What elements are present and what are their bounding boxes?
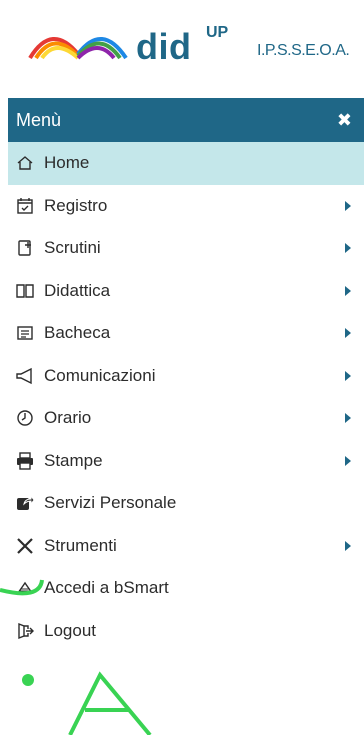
menu-item-registro[interactable]: Registro [8,185,364,228]
watermark-graphic [0,579,152,735]
menu-item-label: Comunicazioni [44,365,156,385]
menu-item-label: Servizi Personale [44,493,177,513]
chevron-right-icon [345,328,351,339]
menu-item-label: Stampe [44,450,103,470]
menu-item-servizi-personale[interactable]: Servizi Personale [8,482,364,525]
menu-item-orario[interactable]: Orario [8,397,364,440]
brand-name: did [136,26,192,67]
menu-item-home[interactable]: Home [8,142,364,185]
book-open-icon [14,280,36,302]
menu-item-label: Bacheca [44,323,111,343]
chevron-right-icon [345,540,351,551]
menu-header: Menù ✖ [8,98,364,142]
calendar-check-icon [14,195,36,217]
school-name: I.P.S.S.E.O.A. [257,42,350,59]
share-icon [14,492,36,514]
chevron-right-icon [345,370,351,381]
menu-item-label: Strumenti [44,535,117,555]
chevron-right-icon [345,413,351,424]
menu-item-comunicazioni[interactable]: Comunicazioni [8,355,364,398]
menu-item-label: Scrutini [44,238,101,258]
menu-title: Menù [16,109,62,130]
scrutini-icon [14,237,36,259]
home-icon [14,152,36,174]
tools-icon [14,535,36,557]
menu-item-label: Orario [44,408,92,428]
didup-logo-icon [28,36,128,60]
menu-item-didattica[interactable]: Didattica [8,270,364,313]
menu-item-scrutini[interactable]: Scrutini [8,227,364,270]
brand-superscript: UP [206,24,229,41]
close-icon[interactable]: ✖ [337,110,352,131]
chevron-right-icon [345,285,351,296]
megaphone-icon [14,365,36,387]
chevron-right-icon [345,200,351,211]
app-header: did UP I.P.S.S.E.O.A. [0,0,364,86]
bulletin-board-icon [14,322,36,344]
menu-item-label: Registro [44,195,108,215]
printer-icon [14,450,36,472]
menu-item-label: Home [44,153,90,173]
menu-item-stampe[interactable]: Stampe [8,440,364,483]
menu-item-label: Didattica [44,280,111,300]
menu-item-bacheca[interactable]: Bacheca [8,312,364,355]
chevron-right-icon [345,243,351,254]
clock-icon [14,407,36,429]
chevron-right-icon [345,455,351,466]
